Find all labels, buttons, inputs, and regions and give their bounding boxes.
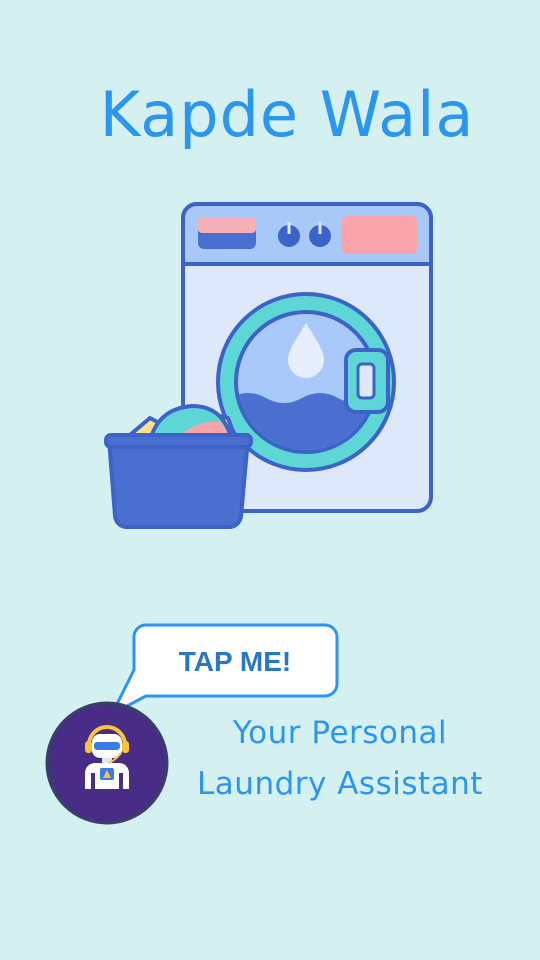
tagline-line-1: Your Personal: [232, 715, 448, 751]
laundry-basket-icon: [104, 403, 253, 530]
assistant-avatar-button[interactable]: [45, 701, 169, 825]
tagline-line-2: Laundry Assistant: [197, 766, 483, 802]
app-title: Kapde Wala: [99, 78, 475, 151]
tagline: Your Personal Laundry Assistant: [180, 708, 500, 810]
splash-screen: Kapde Wala TAP ME! Your Personal Laundry…: [0, 0, 540, 960]
tap-me-button[interactable]: TAP ME!: [132, 627, 338, 697]
washing-machine-illustration: [104, 202, 433, 530]
